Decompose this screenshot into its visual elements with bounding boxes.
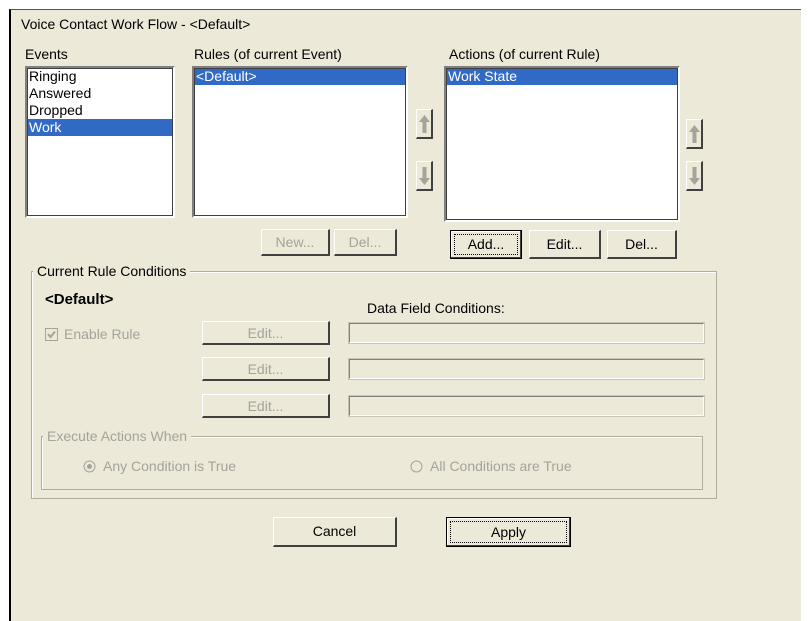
checkbox-box[interactable] bbox=[45, 327, 58, 341]
events-label: Events bbox=[25, 46, 68, 62]
delete-action-button[interactable]: Del... bbox=[607, 230, 677, 259]
edit-condition-button-3[interactable]: Edit... bbox=[202, 394, 330, 418]
dialog-title: Voice Contact Work Flow - <Default> bbox=[21, 16, 251, 32]
delete-rule-button[interactable]: Del... bbox=[334, 229, 397, 256]
action-move-up-button[interactable] bbox=[686, 119, 703, 149]
condition-field-2[interactable] bbox=[348, 358, 705, 380]
arrow-down-icon bbox=[419, 167, 430, 185]
edit-condition-button-1[interactable]: Edit... bbox=[202, 321, 330, 345]
arrow-down-icon bbox=[689, 167, 700, 185]
any-condition-radio[interactable]: Any Condition is True bbox=[83, 458, 236, 474]
condition-field-1[interactable] bbox=[348, 322, 705, 344]
enable-rule-checkbox[interactable]: Enable Rule bbox=[45, 326, 140, 342]
list-item-selected[interactable]: Work State bbox=[446, 68, 678, 85]
enable-rule-label: Enable Rule bbox=[64, 326, 141, 342]
actions-listbox[interactable]: Work State bbox=[444, 66, 680, 222]
all-conditions-radio[interactable]: All Conditions are True bbox=[410, 458, 572, 474]
condition-field-3[interactable] bbox=[348, 395, 705, 417]
rule-name: <Default> bbox=[45, 291, 114, 308]
add-action-button[interactable]: Add... bbox=[450, 230, 522, 259]
list-item[interactable]: Dropped bbox=[27, 102, 173, 119]
rule-move-up-button[interactable] bbox=[416, 109, 433, 139]
checkmark-icon bbox=[47, 330, 56, 339]
action-move-down-button[interactable] bbox=[686, 161, 703, 191]
data-field-conditions-label: Data Field Conditions: bbox=[367, 300, 505, 316]
actions-label: Actions (of current Rule) bbox=[449, 46, 600, 62]
list-item[interactable]: Ringing bbox=[27, 68, 173, 85]
list-item-selected[interactable]: <Default> bbox=[194, 68, 406, 85]
list-item-selected[interactable]: Work bbox=[27, 119, 173, 136]
radio-selected-icon bbox=[83, 460, 96, 472]
any-condition-label: Any Condition is True bbox=[103, 458, 237, 474]
events-listbox[interactable]: Ringing Answered Dropped Work bbox=[25, 66, 175, 218]
cancel-button[interactable]: Cancel bbox=[273, 517, 397, 547]
apply-button[interactable]: Apply bbox=[446, 517, 571, 547]
radio-unselected-icon bbox=[410, 460, 423, 472]
work-flow-dialog: Voice Contact Work Flow - <Default> Even… bbox=[9, 9, 801, 621]
new-rule-button[interactable]: New... bbox=[261, 229, 330, 256]
list-item[interactable]: Answered bbox=[27, 85, 173, 102]
edit-condition-button-2[interactable]: Edit... bbox=[202, 357, 330, 381]
arrow-up-icon bbox=[419, 115, 430, 133]
rules-label: Rules (of current Event) bbox=[194, 46, 342, 62]
rule-move-down-button[interactable] bbox=[416, 161, 433, 191]
rules-listbox[interactable]: <Default> bbox=[192, 66, 408, 218]
rule-conditions-legend: Current Rule Conditions bbox=[33, 263, 191, 279]
arrow-up-icon bbox=[689, 125, 700, 143]
edit-action-button[interactable]: Edit... bbox=[529, 230, 601, 259]
execute-actions-legend: Execute Actions When bbox=[43, 428, 192, 444]
all-conditions-label: All Conditions are True bbox=[430, 458, 572, 474]
